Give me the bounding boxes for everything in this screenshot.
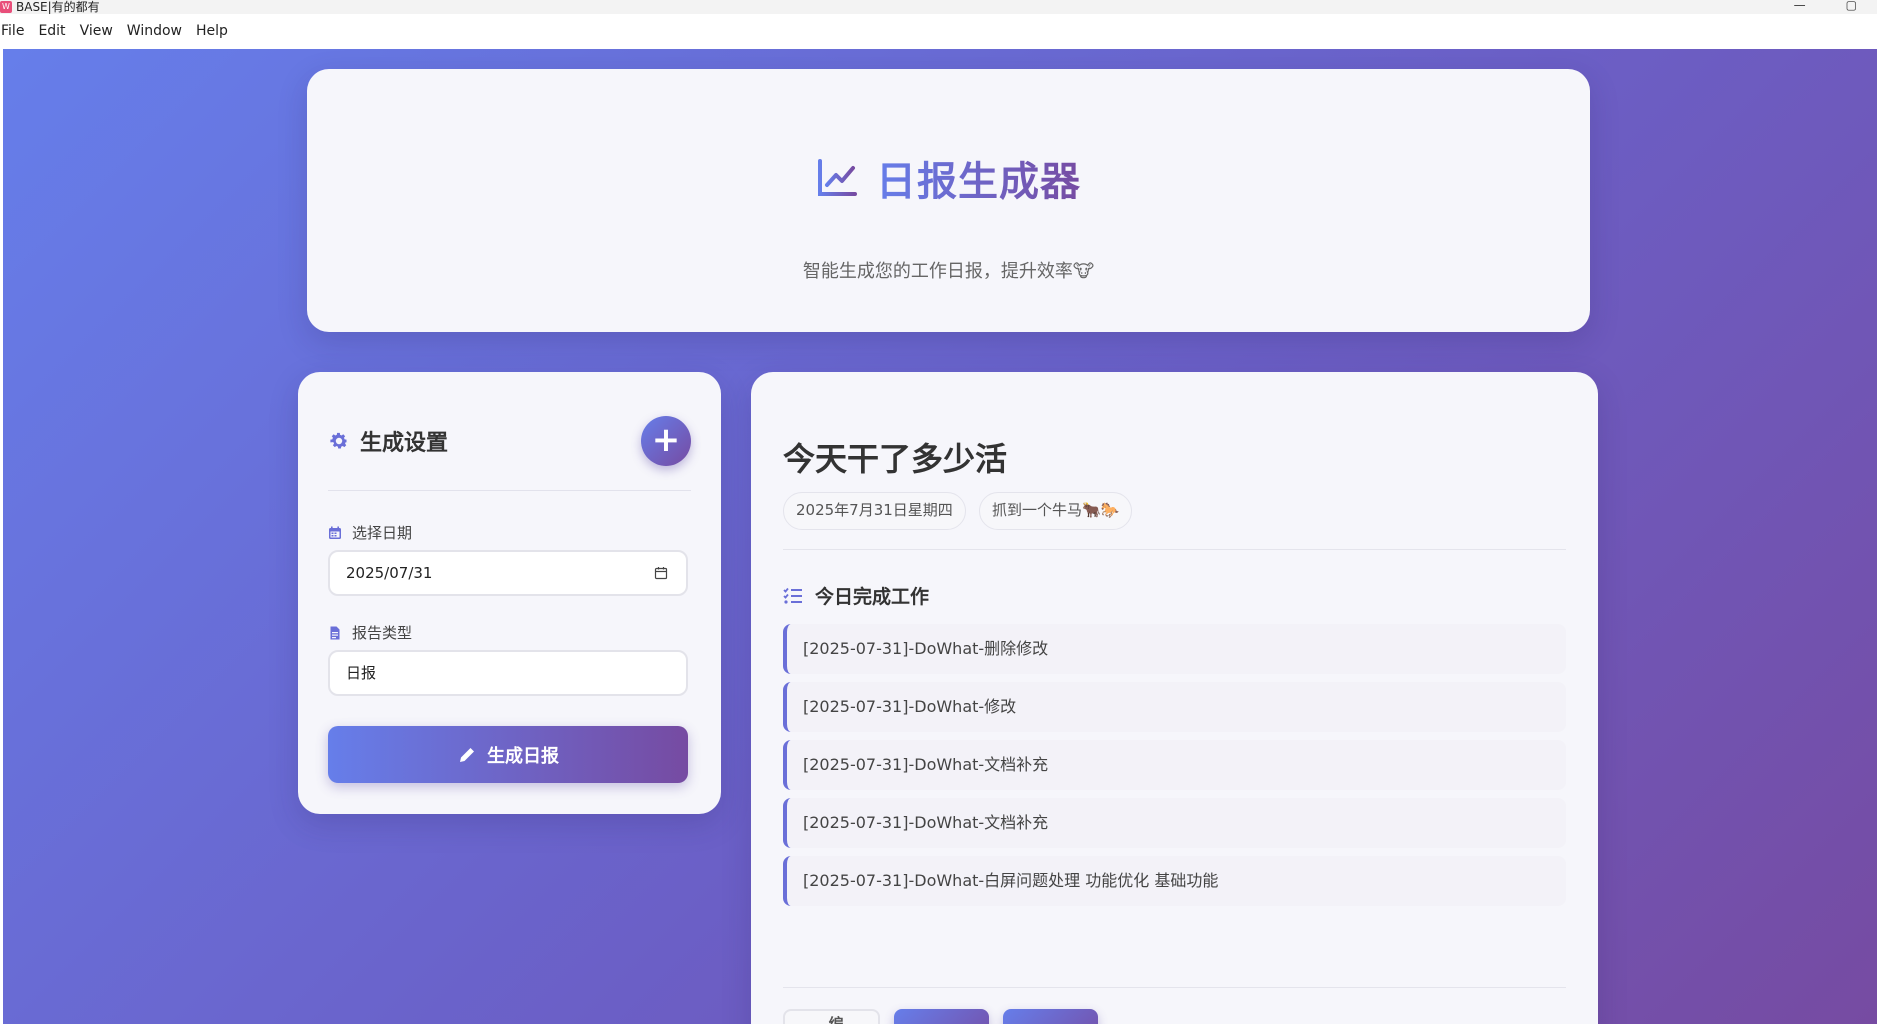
add-button[interactable]: +: [641, 416, 691, 466]
task-item: [2025-07-31]-DoWhat-文档补充: [783, 798, 1566, 848]
maximize-button[interactable]: ▢: [1846, 0, 1857, 12]
copy-button-label: 复制: [1047, 1024, 1077, 1025]
tag-chip: 抓到一个牛马🐂🐎: [979, 492, 1133, 530]
document-icon: [330, 626, 340, 639]
type-label: 报告类型: [328, 622, 412, 643]
generate-button-label: 生成日报: [487, 745, 559, 767]
divider: [328, 490, 691, 491]
gear-icon: [330, 432, 348, 449]
header-title-row: 日报生成器: [307, 149, 1590, 207]
title-bar: W BASE|有的都有 — ▢: [0, 0, 1877, 14]
download-button[interactable]: 下载: [894, 1009, 989, 1024]
download-button-label: 下载: [938, 1024, 968, 1025]
calendar-picker-icon[interactable]: [654, 566, 668, 580]
date-label: 选择日期: [328, 522, 412, 543]
task-item: [2025-07-31]-DoWhat-修改: [783, 682, 1566, 732]
date-input-value: 2025/07/31: [346, 564, 433, 582]
line-chart-icon: [818, 159, 857, 196]
edit-button[interactable]: 编辑: [783, 1009, 880, 1024]
task-list-icon: [783, 587, 802, 604]
date-label-text: 选择日期: [352, 524, 413, 542]
task-item: [2025-07-31]-DoWhat-白屏问题处理 功能优化 基础功能: [783, 856, 1566, 906]
divider: [783, 549, 1566, 550]
menu-bar: File Edit View Window Help: [0, 14, 1877, 48]
date-input[interactable]: 2025/07/31: [328, 550, 688, 596]
minimize-button[interactable]: —: [1794, 0, 1806, 12]
settings-card: 生成设置 + 选择日期 2025/07/31 报告类型 日报 生成日报: [298, 372, 721, 814]
report-title: 今天干了多少活: [783, 440, 1008, 478]
window-controls: — ▢: [1794, 0, 1857, 12]
menu-view[interactable]: View: [79, 23, 119, 39]
settings-header: 生成设置 +: [328, 416, 691, 466]
page-title: 日报生成器: [876, 149, 1081, 207]
calendar-icon: [329, 526, 341, 539]
header-card: 日报生成器 智能生成您的工作日报，提升效率🐮: [307, 69, 1590, 332]
divider: [783, 987, 1566, 988]
task-list: [2025-07-31]-DoWhat-删除修改 [2025-07-31]-Do…: [783, 624, 1566, 914]
report-card: 今天干了多少活 2025年7月31日星期四 抓到一个牛马🐂🐎 今日完成工作 [2…: [751, 372, 1598, 1024]
menu-edit[interactable]: Edit: [37, 23, 71, 39]
action-bar: 编辑 下载 复制: [783, 1009, 1098, 1024]
window-title: BASE|有的都有: [16, 0, 100, 14]
menu-help[interactable]: Help: [195, 23, 234, 39]
menu-window[interactable]: Window: [126, 23, 188, 39]
edit-button-label: 编辑: [828, 1015, 844, 1024]
settings-title: 生成设置: [360, 431, 449, 456]
date-chip: 2025年7月31日星期四: [783, 492, 966, 530]
generate-button[interactable]: 生成日报: [328, 726, 688, 783]
page-subtitle: 智能生成您的工作日报，提升效率🐮: [802, 261, 1095, 282]
menu-file[interactable]: File: [0, 23, 30, 39]
type-label-text: 报告类型: [352, 624, 413, 642]
section-header: 今日完成工作: [783, 582, 929, 609]
app-background: 日报生成器 智能生成您的工作日报，提升效率🐮 生成设置 + 选择日期 2025/…: [3, 49, 1877, 1024]
copy-button[interactable]: 复制: [1003, 1009, 1098, 1024]
task-item: [2025-07-31]-DoWhat-文档补充: [783, 740, 1566, 790]
task-item: [2025-07-31]-DoWhat-删除修改: [783, 624, 1566, 674]
app-icon: W: [0, 1, 12, 13]
report-type-input[interactable]: 日报: [328, 650, 688, 696]
report-type-value: 日报: [346, 664, 377, 682]
pencil-icon: [460, 747, 474, 762]
section-title: 今日完成工作: [815, 586, 930, 608]
